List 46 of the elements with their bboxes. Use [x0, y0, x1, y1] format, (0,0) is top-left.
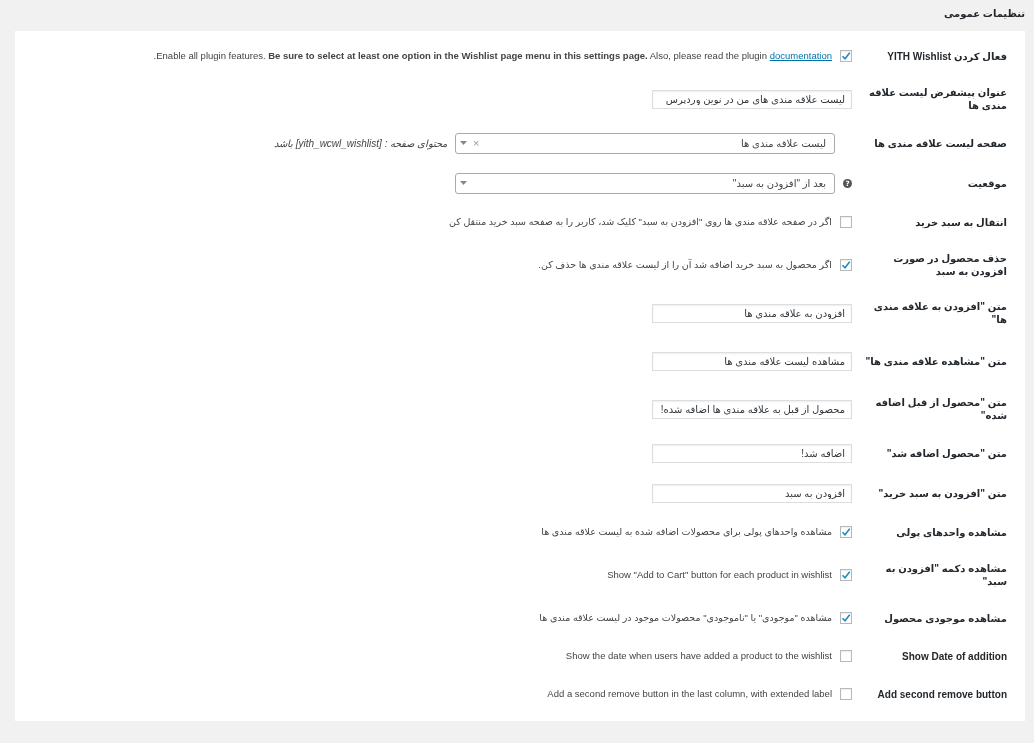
checkbox[interactable]	[840, 526, 852, 538]
setting-label: متن "محصول اضافه شد"	[885, 446, 1007, 460]
page-title: تنظیمات عمومی	[942, 7, 1026, 22]
setting-label: صفحه لیست علاقه مندی ها	[873, 136, 1007, 150]
text-field[interactable]: افزودن به علاقه مندی ها	[652, 303, 852, 323]
setting-label: متن "افزودن به علاقه مندی ها"	[872, 300, 1007, 326]
checkbox[interactable]	[840, 650, 852, 662]
setting-label: Show Date of addition	[901, 649, 1007, 663]
setting-description: Add a second remove button in the last column, with extended label	[547, 686, 832, 701]
setting-label: مشاهده موجودی محصول	[883, 611, 1007, 625]
documentation-link[interactable]: documentation	[769, 49, 832, 61]
setting-label: عنوان پیشفرض لیست علاقه مندی ها	[868, 86, 1007, 112]
setting-label: متن "محصول از قبل اضافه شده"	[874, 396, 1007, 422]
help-icon: ?	[843, 178, 852, 188]
text-field[interactable]: افزودن به سبد	[652, 483, 852, 503]
text-field[interactable]: لیست علاقه مندی های من در نوین وردپرس	[652, 89, 852, 109]
setting-label: مشاهده واحدهای پولی	[895, 525, 1007, 539]
dropdown[interactable]: لیست علاقه مندی ها ×	[455, 132, 835, 154]
setting-description: Enable all plugin features. Be sure to select at least one option in the Wishlist page menu in this settings page. Also, please read the plugin documentation .	[153, 48, 832, 63]
text-field[interactable]: محصول از قبل به علاقه مندی ها اضافه شده!	[652, 399, 852, 419]
setting-description: اگر محصول به سبد خرید اضافه شد آن را از لیست علاقه مندی ها حذف کن.	[538, 257, 832, 272]
setting-description: مشاهده واحدهای پولی برای محصولات اضافه شده به لیست علاقه مندی ها	[541, 524, 832, 539]
setting-label: انتقال به سبد خرید	[914, 215, 1007, 229]
checkbox[interactable]	[840, 569, 852, 581]
setting-label: متن "مشاهده علاقه مندی ها"	[864, 354, 1007, 368]
checkbox[interactable]	[840, 612, 852, 624]
setting-label: فعال کردن YITH Wishlist	[886, 49, 1007, 63]
setting-description: Show the date when users have added a product to the wishlist	[565, 648, 832, 663]
setting-description: مشاهده "موجودی" یا "ناموجودی" محصولات موجود در لیست علاقه مندی ها	[539, 610, 832, 625]
text-field[interactable]: مشاهده لیست علاقه مندی ها	[652, 351, 852, 371]
setting-label: موقعیت	[966, 176, 1007, 190]
dropdown[interactable]: بعد از "افزودن به سبد"	[455, 172, 835, 194]
setting-label: مشاهده دکمه "افزودن به سبد"	[884, 562, 1007, 588]
setting-label: حذف محصول در صورت افزودن به سبد	[892, 252, 1007, 278]
setting-description: Show "Add to Cart" button for each product in wishlist	[607, 567, 832, 582]
caret-icon	[460, 181, 467, 185]
setting-description: اگر در صفحه علاقه مندی ها روی "افزودن به سبد" کلیک شد، کاربر را به صفحه سبد خرید منتقل کن	[449, 214, 832, 229]
checkbox[interactable]	[840, 50, 852, 62]
checkbox[interactable]	[840, 259, 852, 271]
caret-icon	[460, 141, 467, 145]
page-note: محتوای صفحه : [yith_wcwl_wishlist] باشد	[273, 136, 447, 151]
text-field[interactable]: اضافه شد!	[652, 443, 852, 463]
setting-label: Add second remove button	[876, 687, 1007, 701]
checkbox[interactable]	[840, 216, 852, 228]
setting-label: متن "افزودن به سبد خرید"	[877, 486, 1007, 500]
checkbox[interactable]	[840, 688, 852, 700]
